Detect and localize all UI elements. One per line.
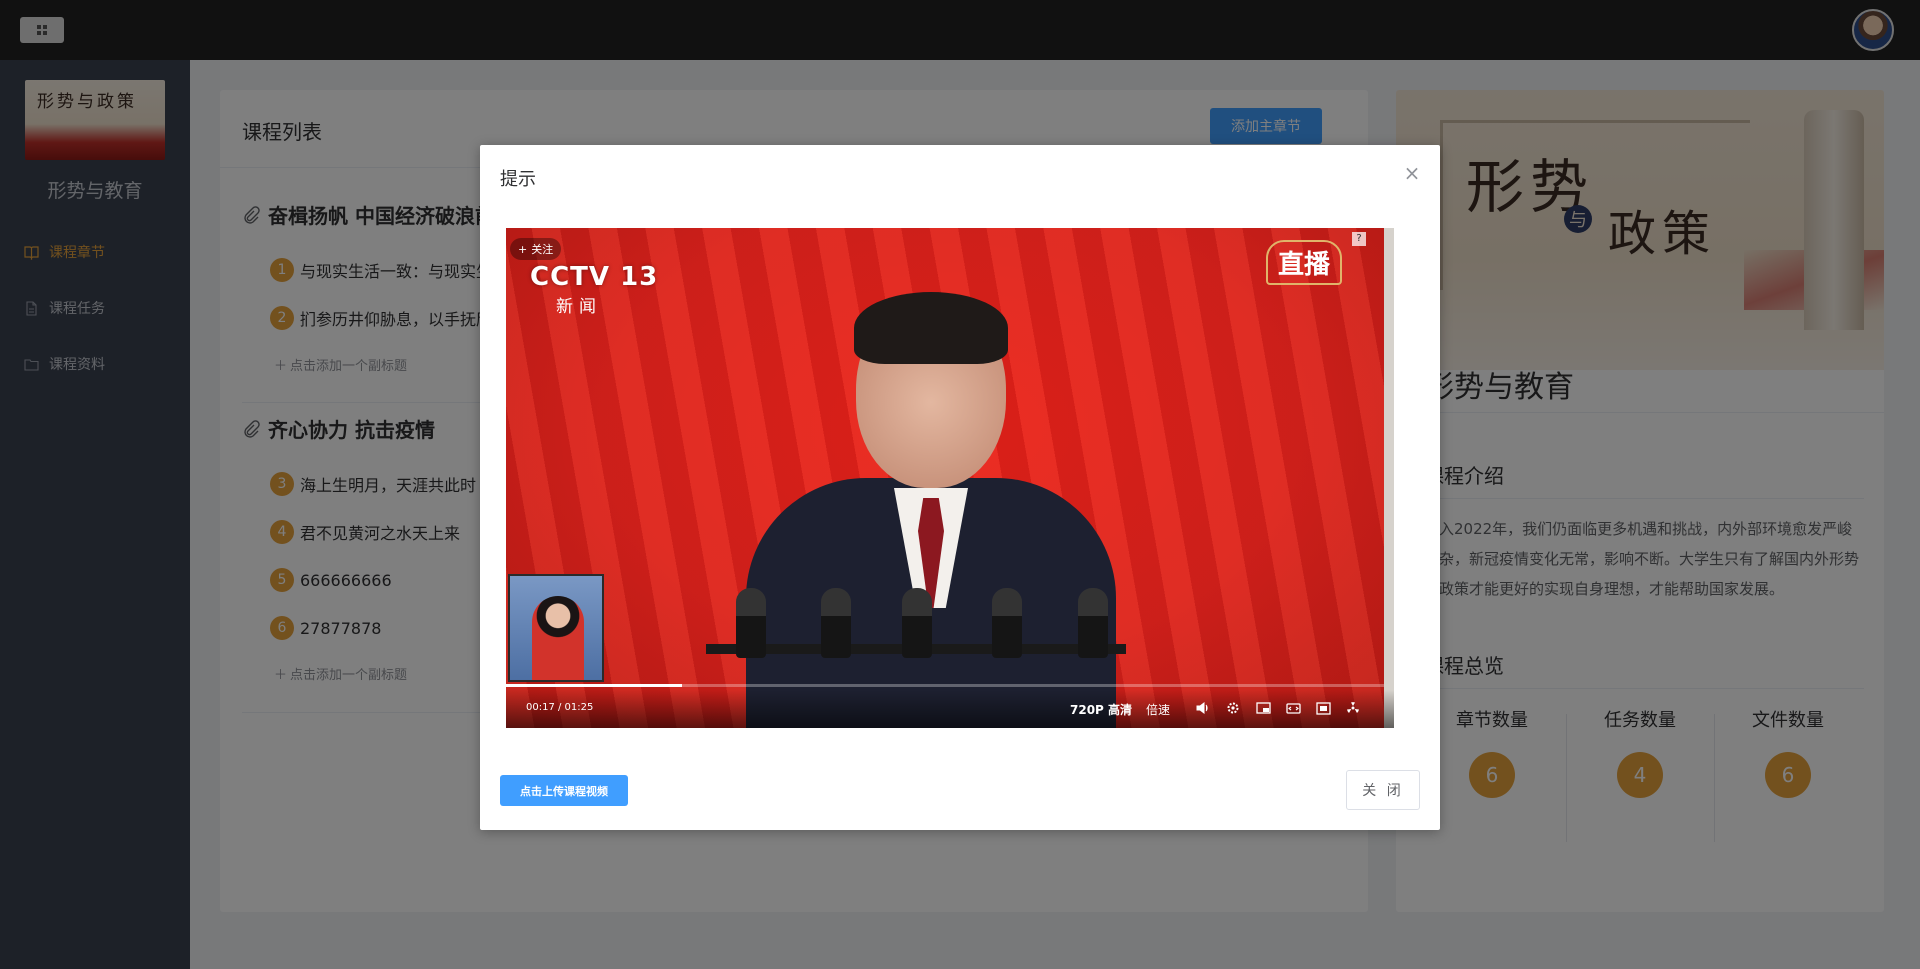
video-dialog: 提示 × + 关注 CCTV 13 新闻 直播 ? 00:17 / 01:25 … (480, 145, 1440, 830)
channel-logo: CCTV 13 (530, 262, 659, 292)
sign-language-inset (508, 574, 604, 682)
microphone (821, 588, 851, 658)
follow-button[interactable]: + 关注 (510, 238, 562, 260)
video-progress-fill (506, 684, 682, 687)
fullscreen-icon[interactable] (1314, 700, 1332, 716)
live-badge: 直播 (1265, 240, 1342, 285)
plus-icon: + (518, 242, 528, 256)
microphone (992, 588, 1022, 658)
microphone (902, 588, 932, 658)
radiation-icon[interactable] (1344, 700, 1362, 716)
help-icon[interactable]: ? (1352, 232, 1366, 246)
quality-selector[interactable]: 720P 高清 (1070, 701, 1132, 718)
video-edge (1384, 228, 1394, 728)
follow-label: 关注 (531, 243, 554, 256)
video-time: 00:17 / 01:25 (526, 702, 594, 713)
speaker-hair (854, 292, 1008, 364)
channel-subtitle: 新闻 (556, 297, 602, 317)
microphone (736, 588, 766, 658)
speed-selector[interactable]: 倍速 (1146, 701, 1170, 718)
pip-icon[interactable] (1254, 700, 1272, 716)
close-button[interactable]: 关 闭 (1346, 770, 1420, 810)
video-progress-bar[interactable] (506, 684, 1384, 687)
settings-icon[interactable] (1224, 700, 1242, 716)
dialog-title: 提示 (500, 169, 536, 190)
microphone (1078, 588, 1108, 658)
video-control-icons (1194, 700, 1362, 716)
close-icon[interactable]: × (1402, 163, 1422, 183)
upload-video-button[interactable]: 点击上传课程视频 (500, 775, 628, 806)
sign-language-interpreter (532, 596, 584, 680)
volume-icon[interactable] (1194, 700, 1212, 716)
widescreen-icon[interactable] (1284, 700, 1302, 716)
video-player[interactable]: + 关注 CCTV 13 新闻 直播 ? 00:17 / 01:25 720P … (506, 228, 1394, 728)
